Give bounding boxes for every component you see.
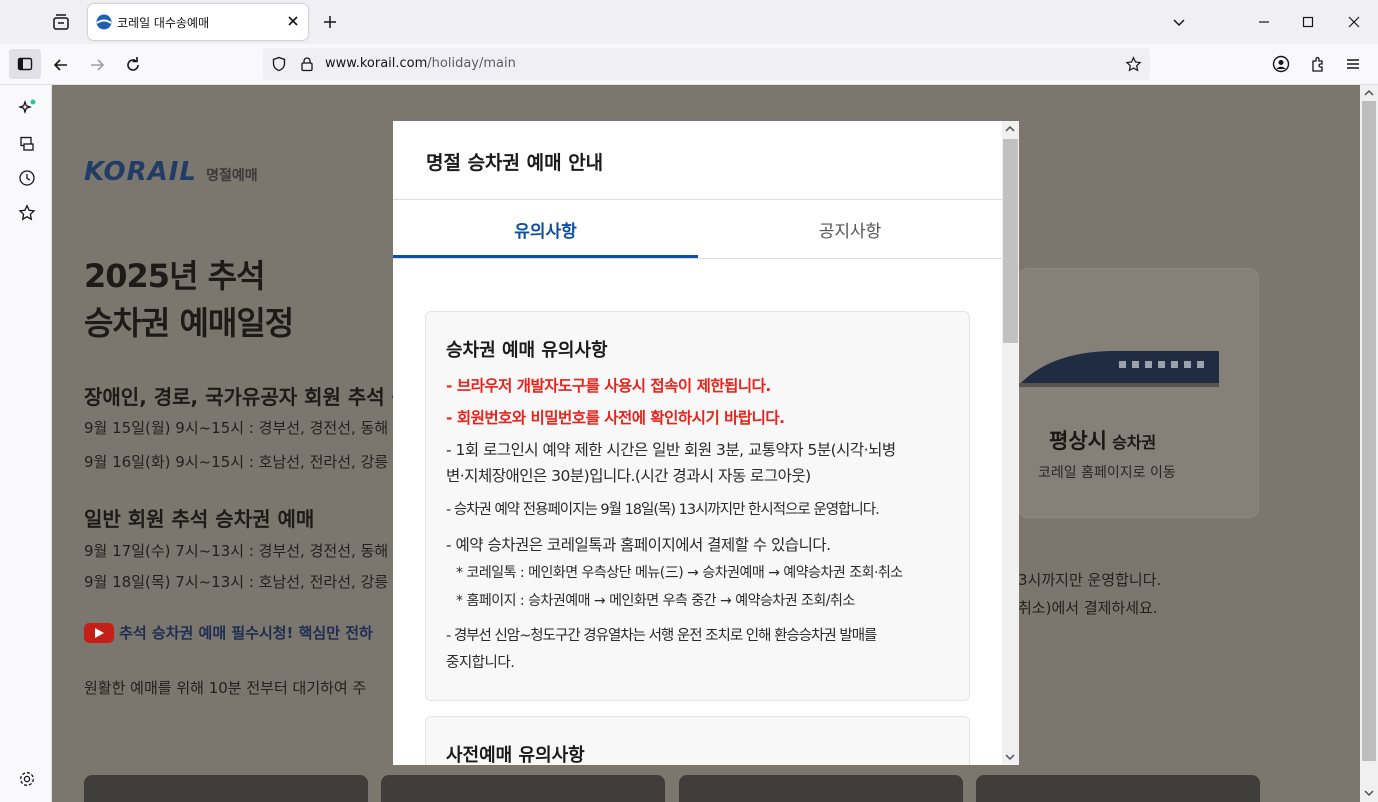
shield-icon[interactable] bbox=[271, 56, 287, 72]
scroll-up-icon bbox=[1364, 89, 1374, 96]
notice-line: - 예약 승차권은 코레일톡과 홈페이지에서 결제할 수 있습니다. bbox=[446, 536, 831, 554]
forward-icon[interactable] bbox=[88, 56, 106, 74]
korail-logo[interactable]: KORAIL 명절예매 bbox=[84, 157, 258, 187]
ai-chatbot-icon[interactable] bbox=[18, 99, 36, 117]
box-title: 사전예매 유의사항 bbox=[446, 745, 585, 765]
bottom-card[interactable] bbox=[976, 775, 1260, 802]
notice-subline: * 홈페이지 : 승차권예매 → 메인화면 우측 중간 → 예약승차권 조회/취… bbox=[456, 593, 855, 609]
back-icon[interactable] bbox=[52, 56, 70, 74]
notice-line: - 경부선 신암~청도구간 경유열차는 서행 운전 조치로 인해 환승승차권 발… bbox=[446, 628, 877, 644]
synced-tabs-icon[interactable] bbox=[18, 135, 36, 153]
modal-scrollbar-thumb[interactable] bbox=[1003, 139, 1018, 343]
browser-sidebar bbox=[0, 85, 52, 802]
warning-line: - 회원번호와 비밀번호를 사전에 확인하시기 바랍니다. bbox=[446, 409, 785, 427]
regular-card-sub: 코레일 홈페이지로 이동 bbox=[1038, 465, 1176, 481]
reload-icon[interactable] bbox=[124, 56, 142, 74]
extensions-icon[interactable] bbox=[1309, 55, 1327, 73]
notice-line: - 승차권 예약 전용페이지는 9월 18일(목) 13시까지만 한시적으로 운… bbox=[446, 502, 880, 518]
browser-tab[interactable]: 코레일 대수송예매 bbox=[88, 4, 308, 40]
bottom-card[interactable] bbox=[679, 775, 963, 802]
sidebar-settings-icon[interactable] bbox=[18, 770, 36, 788]
page-heading-line2: 승차권 예매일정 bbox=[84, 304, 294, 342]
ticket-precaution-box: 승차권 예매 유의사항 - 브라우저 개발자도구를 사용시 접속이 제한됩니다.… bbox=[425, 311, 970, 701]
bookmark-star-icon[interactable] bbox=[1125, 56, 1142, 73]
regular-ticket-card[interactable]: 평상시 승차권 코레일 홈페이지로 이동 bbox=[1018, 268, 1259, 518]
close-tab-icon[interactable] bbox=[286, 14, 300, 28]
close-window-icon[interactable] bbox=[1346, 14, 1362, 30]
notice-line: - 1회 로그인시 예약 제한 시간은 일반 회원 3분, 교통약자 5분(시각… bbox=[446, 441, 896, 459]
tab-notices[interactable]: 공지사항 bbox=[698, 217, 1002, 242]
box-title: 승차권 예매 유의사항 bbox=[446, 340, 608, 361]
divider bbox=[393, 199, 1002, 200]
menu-icon[interactable] bbox=[1345, 56, 1361, 72]
regular-card-title: 평상시 승차권 bbox=[1049, 429, 1157, 453]
bottom-card[interactable] bbox=[84, 775, 368, 802]
navigation-toolbar: www.korail.com/holiday/main bbox=[0, 44, 1378, 85]
notice-line: 변·지체장애인은 30분)입니다.(시간 경과시 자동 로그아웃) bbox=[446, 467, 811, 485]
train-illustration bbox=[1019, 345, 1219, 395]
list-all-tabs-icon[interactable] bbox=[1171, 14, 1187, 30]
modal-scroll-down-icon bbox=[1005, 754, 1015, 761]
section2-line: 9월 18일(목) 7시~13시 : 호남선, 전라선, 강릉 bbox=[84, 573, 389, 591]
section1-title: 장애인, 경로, 국가유공자 회원 추석 승 bbox=[84, 385, 393, 409]
presale-precaution-box: 사전예매 유의사항 bbox=[425, 716, 970, 765]
modal-title: 명절 승차권 예매 안내 bbox=[426, 152, 604, 174]
scroll-down-icon bbox=[1364, 790, 1374, 797]
notice-subline: * 코레일톡 : 메인화면 우측상단 메뉴(三) → 승차권예매 → 예약승차권… bbox=[456, 565, 903, 581]
maximize-icon[interactable] bbox=[1300, 14, 1316, 30]
new-tab-icon[interactable] bbox=[322, 14, 338, 30]
korail-favicon-icon bbox=[96, 14, 112, 30]
tab-strip: 코레일 대수송예매 bbox=[0, 0, 1378, 44]
address-bar[interactable]: www.korail.com/holiday/main bbox=[263, 48, 1150, 80]
page-scrollbar-thumb[interactable] bbox=[1362, 101, 1376, 761]
page-scrollbar[interactable] bbox=[1360, 85, 1378, 802]
modal-scrollbar[interactable] bbox=[1002, 121, 1019, 765]
lock-icon[interactable] bbox=[299, 56, 315, 72]
history-icon[interactable] bbox=[18, 169, 36, 187]
youtube-icon bbox=[84, 622, 114, 643]
bottom-card[interactable] bbox=[381, 775, 665, 802]
section1-line: 9월 16일(화) 9시~15시 : 호남선, 전라선, 강릉 bbox=[84, 453, 389, 471]
account-icon[interactable] bbox=[1272, 55, 1290, 73]
wait-notice: 원활한 예매를 위해 10분 전부터 대기하여 주 bbox=[84, 679, 367, 697]
sidebar-toggle-button[interactable] bbox=[9, 49, 41, 79]
tab-precautions[interactable]: 유의사항 bbox=[393, 217, 698, 242]
url-text: www.korail.com/holiday/main bbox=[325, 56, 516, 71]
warning-line: - 브라우저 개발자도구를 사용시 접속이 제한됩니다. bbox=[446, 377, 771, 395]
right-text: 취소)에서 결제하세요. bbox=[1018, 599, 1158, 617]
page-heading-line1: 2025년 추석 bbox=[84, 257, 265, 295]
notice-line: 중지합니다. bbox=[446, 655, 515, 671]
divider bbox=[393, 258, 1002, 259]
sidebar-icon bbox=[17, 57, 33, 71]
youtube-link[interactable]: 추석 승차권 예매 필수시청! 핵심만 전하 bbox=[84, 622, 393, 643]
tab-groups-icon[interactable] bbox=[52, 13, 70, 31]
tab-title: 코레일 대수송예매 bbox=[117, 16, 210, 30]
modal-scroll-up-icon bbox=[1005, 125, 1015, 132]
minimize-icon[interactable] bbox=[1256, 14, 1272, 30]
section1-line: 9월 15일(월) 9시~15시 : 경부선, 경전선, 동해 bbox=[84, 419, 389, 437]
right-text: 3시까지만 운영합니다. bbox=[1018, 571, 1162, 589]
section2-title: 일반 회원 추석 승차권 예매 bbox=[84, 507, 315, 531]
section2-line: 9월 17일(수) 7시~13시 : 경부선, 경전선, 동해 bbox=[84, 542, 389, 560]
notice-modal: 명절 승차권 예매 안내 유의사항 공지사항 승차권 예매 유의사항 - 브라우… bbox=[393, 121, 1019, 765]
bookmarks-icon[interactable] bbox=[18, 204, 36, 222]
